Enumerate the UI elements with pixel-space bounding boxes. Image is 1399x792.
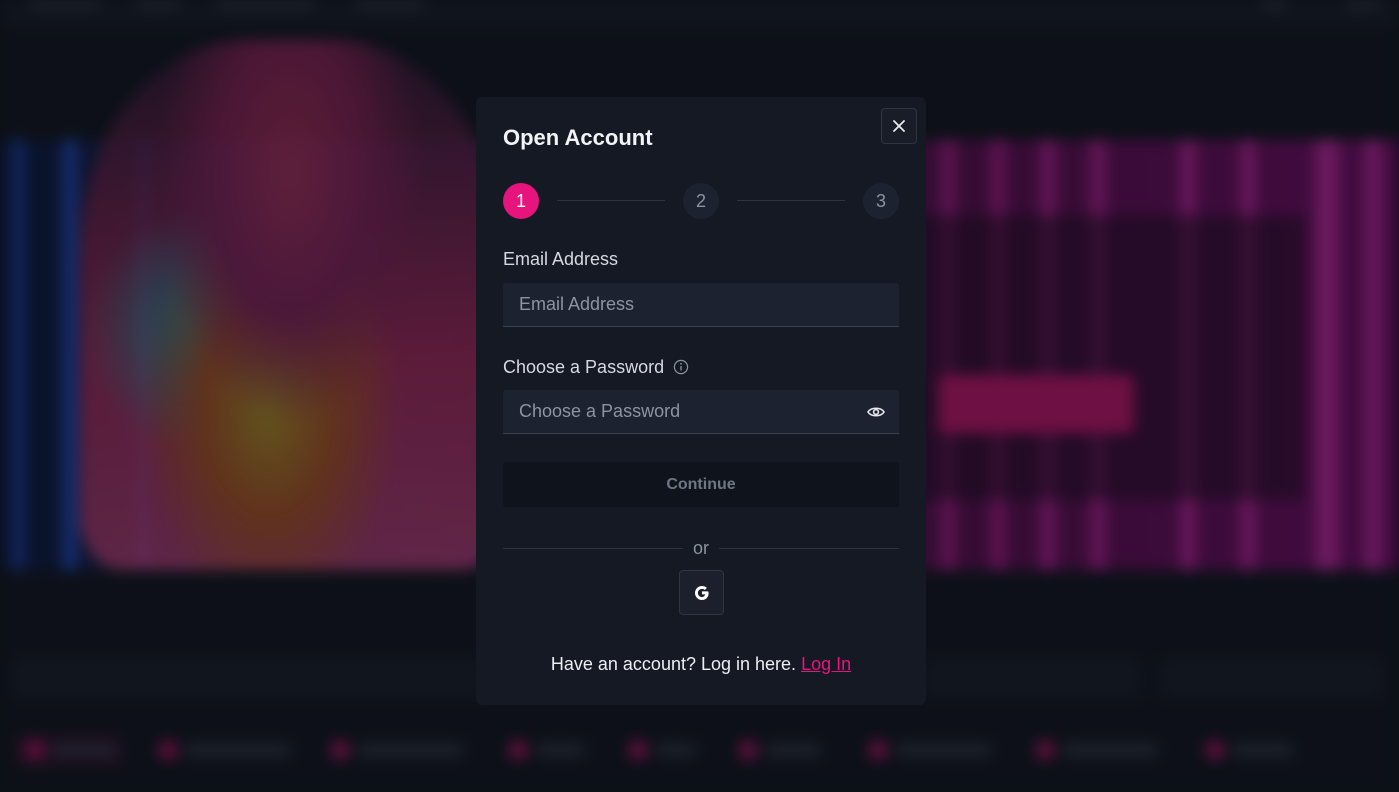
eye-icon [867, 407, 885, 417]
login-prompt: Have an account? Log in here. Log In [476, 654, 926, 675]
info-icon[interactable] [673, 359, 689, 375]
close-icon [893, 120, 905, 132]
password-label-row: Choose a Password [503, 357, 689, 378]
google-signin-button[interactable] [679, 570, 724, 615]
modal-title: Open Account [503, 125, 653, 150]
google-icon [694, 585, 709, 600]
step-connector [557, 200, 665, 201]
open-account-modal: Open Account 1 2 3 Email Address Choose … [476, 97, 926, 705]
login-link[interactable]: Log In [801, 654, 851, 674]
password-field-wrapper [503, 390, 899, 434]
toggle-password-visibility[interactable] [865, 402, 887, 422]
step-3: 3 [863, 183, 899, 219]
step-1: 1 [503, 183, 539, 219]
password-label: Choose a Password [503, 357, 665, 377]
continue-button[interactable]: Continue [503, 462, 899, 507]
password-field[interactable] [503, 390, 899, 433]
email-label: Email Address [503, 249, 619, 269]
signup-stepper: 1 2 3 [503, 183, 899, 219]
or-divider: or [503, 537, 899, 559]
email-field-wrapper [503, 283, 899, 327]
login-prompt-text: Have an account? Log in here. [550, 654, 797, 674]
step-connector [737, 200, 845, 201]
close-button[interactable] [881, 108, 917, 144]
email-field[interactable] [503, 283, 899, 326]
step-2: 2 [683, 183, 719, 219]
